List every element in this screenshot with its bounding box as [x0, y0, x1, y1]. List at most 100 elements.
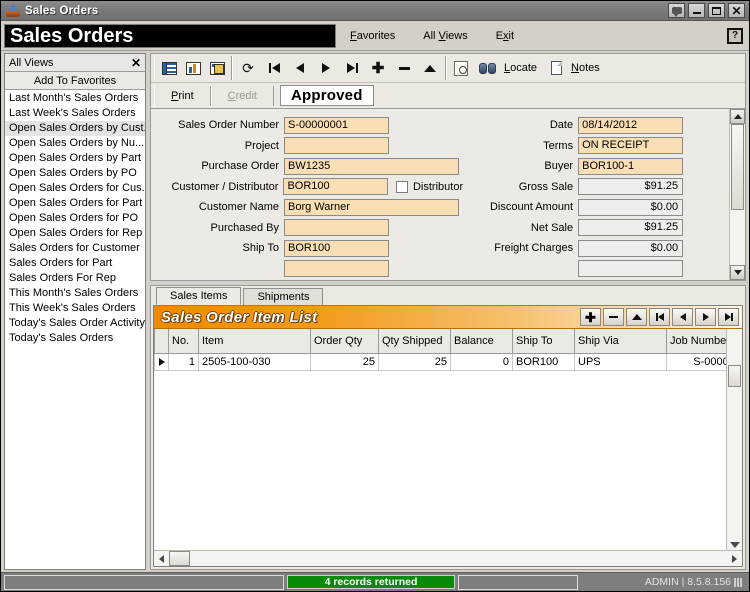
- sidebar-item[interactable]: Last Week's Sales Orders: [5, 106, 145, 121]
- field-input[interactable]: [284, 137, 389, 155]
- form-scroll-thumb[interactable]: [731, 124, 744, 210]
- sidebar-item[interactable]: Last Month's Sales Orders: [5, 91, 145, 106]
- next-row-button[interactable]: [695, 308, 716, 326]
- table-cell[interactable]: 2505-100-030: [198, 353, 311, 371]
- menu-item-favorites[interactable]: Favorites: [336, 24, 409, 48]
- column-header[interactable]: Order Qty: [310, 329, 379, 354]
- distributor-checkbox[interactable]: [396, 180, 408, 193]
- delete-row-button[interactable]: [603, 308, 624, 326]
- grid-hscroll-track[interactable]: [190, 551, 727, 566]
- grid-view-icon[interactable]: [158, 58, 180, 78]
- help-button[interactable]: ?: [727, 27, 743, 44]
- menu-item-exit[interactable]: Exit: [482, 24, 528, 48]
- grid-scroll-down-icon[interactable]: [730, 542, 740, 548]
- first-row-button[interactable]: [649, 308, 670, 326]
- report-add-icon[interactable]: [206, 58, 228, 78]
- scroll-up-icon: [733, 114, 742, 119]
- table-cell[interactable]: 1: [168, 353, 199, 371]
- field-input[interactable]: BOR100: [283, 178, 389, 196]
- sidebar-item[interactable]: Sales Orders for Part: [5, 256, 145, 271]
- locate-button[interactable]: Locate: [501, 62, 544, 74]
- form-vertical-scrollbar[interactable]: [729, 109, 745, 280]
- binoculars-icon[interactable]: [474, 58, 500, 78]
- table-cell[interactable]: 25: [310, 353, 379, 371]
- form-scroll-track[interactable]: [730, 124, 745, 265]
- last-record-icon[interactable]: [339, 57, 365, 79]
- column-header[interactable]: Job Number: [666, 329, 726, 354]
- sidebar-item[interactable]: Sales Orders For Rep: [5, 271, 145, 286]
- post-row-button[interactable]: [626, 308, 647, 326]
- field-input[interactable]: [284, 260, 389, 278]
- window-titlebar: Sales Orders ✕: [1, 1, 749, 21]
- post-record-icon[interactable]: [417, 57, 443, 79]
- column-header[interactable]: Ship Via: [574, 329, 667, 354]
- table-cell[interactable]: BOR100: [512, 353, 575, 371]
- field-label: Date: [549, 119, 574, 132]
- add-row-button[interactable]: ✚: [580, 308, 601, 326]
- field-input[interactable]: 08/14/2012: [578, 116, 684, 134]
- column-header[interactable]: Item: [198, 329, 311, 354]
- sidebar-close-icon[interactable]: ✕: [131, 56, 141, 70]
- sidebar-item[interactable]: This Month's Sales Orders: [5, 286, 145, 301]
- table-cell[interactable]: 25: [378, 353, 451, 371]
- sidebar-item[interactable]: Open Sales Orders for Part: [5, 196, 145, 211]
- table-row[interactable]: 12505-100-03025250BOR100UPSS-00000001-1P…: [154, 353, 726, 371]
- column-header[interactable]: Qty Shipped: [378, 329, 451, 354]
- tab-shipments[interactable]: Shipments: [243, 288, 324, 305]
- sidebar-item[interactable]: Today's Sales Orders: [5, 331, 145, 346]
- column-header[interactable]: No.: [168, 329, 199, 354]
- menu-item-all-views[interactable]: All Views: [409, 24, 481, 48]
- maximize-button[interactable]: [708, 3, 725, 18]
- field-input[interactable]: [284, 219, 389, 237]
- sidebar-item[interactable]: Open Sales Orders for Rep: [5, 226, 145, 241]
- sidebar-item[interactable]: Today's Sales Order Activity: [5, 316, 145, 331]
- add-record-icon[interactable]: ✚: [365, 57, 391, 79]
- tab-sales-items[interactable]: Sales Items: [156, 287, 242, 305]
- grid-horizontal-scrollbar[interactable]: [154, 550, 742, 566]
- sidebar-item[interactable]: Sales Orders for Customer: [5, 241, 145, 256]
- grid-scroll-right-button[interactable]: [727, 551, 742, 566]
- resize-grip-icon[interactable]: [734, 577, 742, 587]
- close-button[interactable]: ✕: [728, 3, 745, 18]
- sidebar-item[interactable]: Open Sales Orders by Part: [5, 151, 145, 166]
- field-input[interactable]: ON RECEIPT: [578, 137, 684, 155]
- table-cell[interactable]: UPS: [574, 353, 667, 371]
- grid-hscroll-thumb[interactable]: [169, 551, 190, 566]
- previous-record-icon[interactable]: [287, 57, 313, 79]
- chart-view-icon[interactable]: [182, 58, 204, 78]
- refresh-icon[interactable]: ⟳: [235, 57, 261, 79]
- sidebar-item[interactable]: Open Sales Orders by Nu...: [5, 136, 145, 151]
- sidebar-item[interactable]: Open Sales Orders by Cust...: [5, 121, 145, 136]
- notes-button[interactable]: Notes: [568, 62, 607, 74]
- next-record-icon[interactable]: [313, 57, 339, 79]
- sidebar-item[interactable]: Open Sales Orders for PO: [5, 211, 145, 226]
- window-title: Sales Orders: [25, 4, 99, 17]
- minimize-button[interactable]: [688, 3, 705, 18]
- first-record-icon[interactable]: [261, 57, 287, 79]
- table-cell[interactable]: 0: [450, 353, 513, 371]
- grid-scroll-left-button[interactable]: [154, 551, 169, 566]
- delete-record-icon[interactable]: [391, 57, 417, 79]
- field-input[interactable]: BOR100-1: [578, 157, 684, 175]
- feedback-button[interactable]: [668, 3, 685, 18]
- previous-row-button[interactable]: [672, 308, 693, 326]
- field-input[interactable]: Borg Warner: [284, 198, 459, 216]
- column-header[interactable]: Ship To: [512, 329, 575, 354]
- print-preview-icon[interactable]: [450, 58, 472, 78]
- table-cell[interactable]: S-00000001-1: [666, 353, 726, 371]
- grid-vertical-scrollbar[interactable]: [726, 329, 742, 550]
- grid-scroll-thumb[interactable]: [728, 365, 741, 387]
- print-button[interactable]: Print: [154, 85, 211, 106]
- notes-page-icon[interactable]: [545, 58, 567, 78]
- field-input[interactable]: BOR100: [284, 239, 389, 257]
- field-input[interactable]: BW1235: [284, 157, 459, 175]
- form-scroll-down-button[interactable]: [730, 265, 745, 280]
- sidebar-item[interactable]: This Week's Sales Orders: [5, 301, 145, 316]
- sidebar-item[interactable]: Open Sales Orders for Cus...: [5, 181, 145, 196]
- field-input[interactable]: S-00000001: [284, 116, 389, 134]
- sidebar-item[interactable]: Open Sales Orders by PO: [5, 166, 145, 181]
- form-scroll-up-button[interactable]: [730, 109, 745, 124]
- last-row-button[interactable]: [718, 308, 739, 326]
- column-header[interactable]: Balance: [450, 329, 513, 354]
- add-to-favorites-button[interactable]: Add To Favorites: [5, 72, 145, 90]
